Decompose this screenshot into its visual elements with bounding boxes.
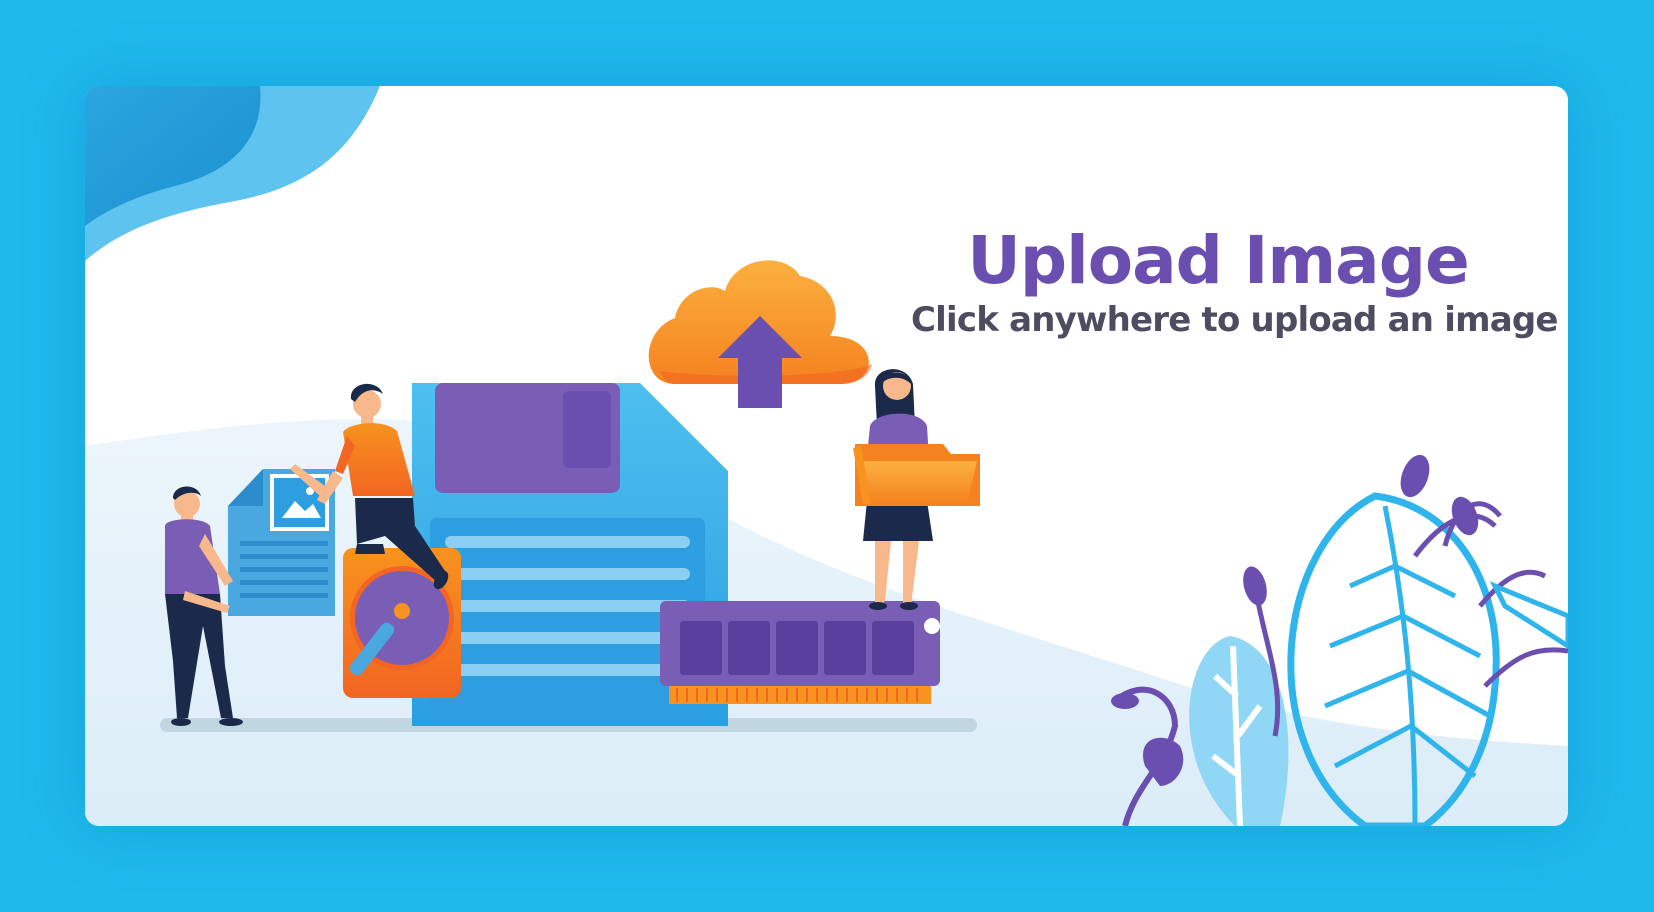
page: Upload Image Click anywhere to upload an…: [0, 0, 1654, 912]
memory-module-icon: [660, 601, 940, 704]
upload-instructions: Click anywhere to upload an image: [911, 300, 1558, 340]
folder-icon: [853, 444, 980, 506]
page-title: Upload Image: [967, 222, 1469, 299]
corner-wave-decoration: [85, 86, 380, 261]
cloud-upload-icon: [648, 260, 872, 408]
upload-dropzone[interactable]: Upload Image Click anywhere to upload an…: [85, 86, 1568, 826]
upload-illustration: [85, 86, 1568, 826]
